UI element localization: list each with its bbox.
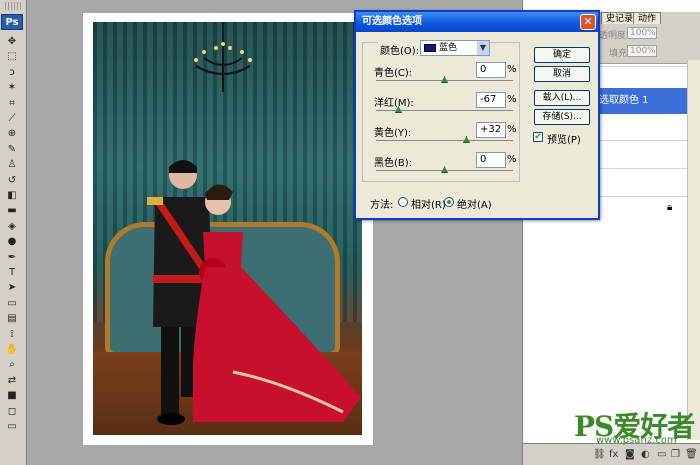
dialog-titlebar[interactable]: 可选颜色选项 <box>356 12 598 32</box>
color-swap-icon[interactable]: ⇄ <box>4 375 20 387</box>
chandelier-image <box>194 22 252 92</box>
watermark-url: www.psahz.com <box>596 435 677 446</box>
yellow-input[interactable]: +32 <box>476 122 506 138</box>
lasso-tool-icon[interactable]: ↄ <box>4 67 20 79</box>
quick-mask-icon[interactable]: ◻ <box>4 406 20 418</box>
shape-tool-icon[interactable]: ▭ <box>4 298 20 310</box>
cyan-unit: % <box>507 64 517 75</box>
new-layer-icon[interactable]: ❐ <box>671 449 680 460</box>
opacity-label: 透明度: <box>599 31 630 41</box>
magenta-input[interactable]: -67 <box>476 92 506 108</box>
type-tool-icon[interactable]: T <box>4 267 20 279</box>
blur-tool-icon[interactable]: ◈ <box>4 221 20 233</box>
ps-logo[interactable]: Ps <box>1 14 23 30</box>
healing-brush-tool-icon[interactable]: ⊕ <box>4 128 20 140</box>
bride-figure <box>193 184 361 422</box>
opacity-field[interactable]: 100% <box>627 27 657 39</box>
method-label: 方法: <box>370 200 394 211</box>
mask-icon[interactable]: ◙ <box>625 449 635 460</box>
watermark: PS爱好者 www.psahz.com <box>574 405 695 446</box>
preview-checkbox[interactable]: ✔ <box>533 132 543 142</box>
method-absolute-radio[interactable] <box>444 197 454 207</box>
path-selection-tool-icon[interactable]: ➤ <box>4 282 20 294</box>
slice-tool-icon[interactable]: ⟋ <box>4 113 20 125</box>
eyedropper-tool-icon[interactable]: ⟟ <box>4 329 20 341</box>
color-swatch <box>424 44 436 52</box>
panel-bottom-bar: ⛓ fx ◙ ◐ ▭ ❐ 🗑︎ <box>523 443 700 465</box>
yellow-slider-track[interactable] <box>376 140 513 141</box>
trash-icon[interactable]: 🗑︎ <box>685 449 698 460</box>
close-button[interactable]: ✕ <box>580 14 596 30</box>
toolbox: Ps ✥ ⬚ ↄ ✶ ⌗ ⟋ ⊕ ✎ ♙ ↺ ◧ ▬ ◈ ● ✒ T ➤ ▭ ▤ ⟟ ✋ ⌕ ⇄ ■ ◻ ▭ <box>0 0 27 465</box>
preview-label: 预览(P) <box>547 135 581 146</box>
fill-field[interactable]: 100% <box>627 45 657 57</box>
ok-button[interactable]: 确定 <box>534 47 590 63</box>
crop-tool-icon[interactable]: ⌗ <box>4 98 20 110</box>
history-item-label: 选取颜色 1 <box>599 95 649 106</box>
gradient-tool-icon[interactable]: ▬ <box>4 205 20 217</box>
close-icon: ✕ <box>583 15 593 28</box>
lock-icon: 🔒︎ <box>667 202 673 213</box>
yellow-unit: % <box>507 124 517 135</box>
magenta-unit: % <box>507 94 517 105</box>
marquee-tool-icon[interactable]: ⬚ <box>4 51 20 63</box>
notes-tool-icon[interactable]: ▤ <box>4 313 20 325</box>
folder-icon[interactable]: ▭ <box>657 449 666 460</box>
cancel-button[interactable]: 取消 <box>534 66 590 82</box>
magic-wand-tool-icon[interactable]: ✶ <box>4 82 20 94</box>
method-relative-radio[interactable] <box>398 197 408 207</box>
toolbox-grip[interactable] <box>3 2 23 10</box>
history-brush-tool-icon[interactable]: ↺ <box>4 175 20 187</box>
link-icon[interactable]: ⛓ <box>593 449 606 460</box>
color-swatches-icon[interactable]: ■ <box>4 390 20 402</box>
dialog-title: 可选颜色选项 <box>362 16 422 27</box>
tab-actions[interactable]: 动作 <box>633 12 662 24</box>
black-unit: % <box>507 154 517 165</box>
zoom-tool-icon[interactable]: ⌕ <box>4 359 20 371</box>
magenta-label: 洋红(M): <box>374 98 414 109</box>
wedding-photo[interactable] <box>93 22 362 435</box>
method-relative-label: 相对(R) <box>411 200 446 211</box>
selective-color-dialog: 可选颜色选项 ✕ 颜色(O): 蓝色 ▼ 青色(C): 0 % 洋红(M): -… <box>354 10 600 220</box>
method-absolute-label: 绝对(A) <box>457 200 492 211</box>
save-button[interactable]: 存储(S)... <box>534 109 590 125</box>
black-input[interactable]: 0 <box>476 152 506 168</box>
move-tool-icon[interactable]: ✥ <box>4 36 20 48</box>
screen-mode-icon[interactable]: ▭ <box>4 421 20 433</box>
clone-stamp-tool-icon[interactable]: ♙ <box>4 159 20 171</box>
panel-scrollbar[interactable] <box>687 60 700 440</box>
fx-icon[interactable]: fx <box>609 449 618 460</box>
yellow-label: 黄色(Y): <box>374 128 412 139</box>
brush-tool-icon[interactable]: ✎ <box>4 144 20 156</box>
cyan-label: 青色(C): <box>374 68 413 79</box>
adjustment-icon[interactable]: ◐ <box>641 449 650 460</box>
color-label: 颜色(O): <box>378 42 422 57</box>
black-label: 黑色(B): <box>374 158 413 169</box>
load-button[interactable]: 载入(L)... <box>534 90 590 106</box>
pen-tool-icon[interactable]: ✒ <box>4 252 20 264</box>
dodge-tool-icon[interactable]: ● <box>4 236 20 248</box>
hand-tool-icon[interactable]: ✋ <box>4 344 20 356</box>
eraser-tool-icon[interactable]: ◧ <box>4 190 20 202</box>
cyan-input[interactable]: 0 <box>476 62 506 78</box>
chevron-down-icon[interactable]: ▼ <box>477 41 489 55</box>
